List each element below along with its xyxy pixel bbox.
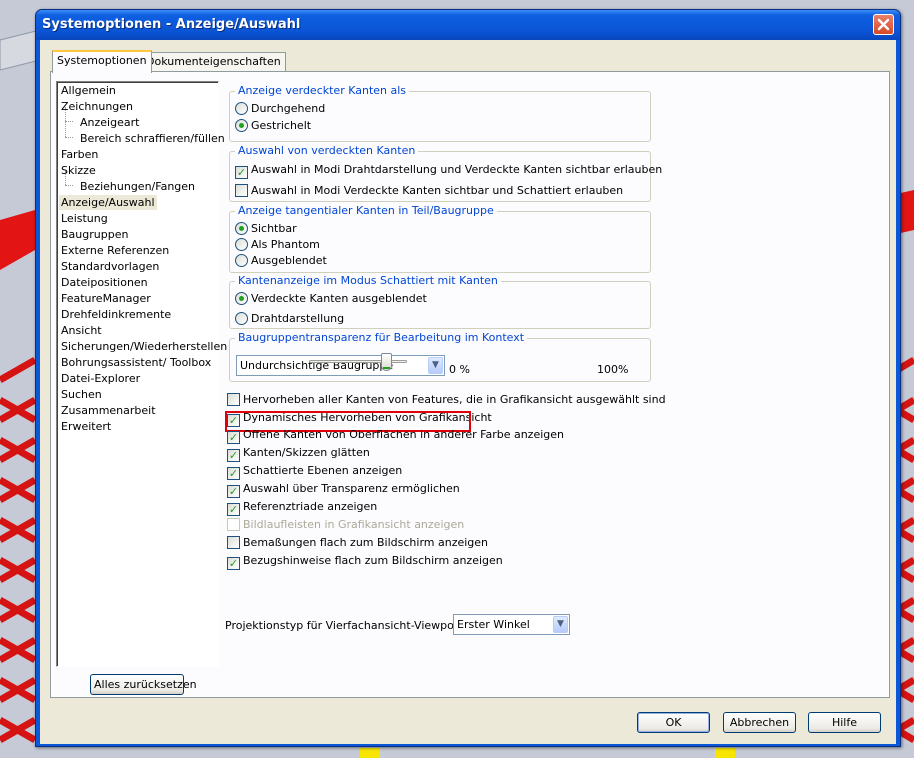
tree-connector [65, 185, 73, 186]
tree-item-bereich-schraffieren[interactable]: Bereich schraffieren/füllen [80, 131, 225, 146]
checkbox-empty [227, 393, 240, 406]
checkmark-icon: ✓ [227, 503, 240, 516]
checkbox-select-through-transparency[interactable]: ✓ Auswahl über Transparenz ermöglichen [227, 482, 460, 498]
group-title: Anzeige tangentialer Kanten in Teil/Baug… [235, 204, 497, 217]
tree-item-baugruppen[interactable]: Baugruppen [61, 227, 128, 242]
dialog-title: Systemoptionen - Anzeige/Auswahl [42, 17, 301, 32]
tree-item-skizze[interactable]: Skizze [61, 163, 96, 178]
checkbox-shaded-planes[interactable]: ✓ Schattierte Ebenen anzeigen [227, 464, 402, 480]
tree-item-anzeigeart[interactable]: Anzeigeart [80, 115, 139, 130]
close-button[interactable] [873, 14, 894, 35]
tree-item-erweitert[interactable]: Erweitert [61, 419, 111, 434]
close-icon [877, 18, 890, 31]
group-tangent-edges: Anzeige tangentialer Kanten in Teil/Baug… [229, 204, 651, 273]
checkbox-empty [227, 518, 240, 531]
checkmark-icon: ✓ [227, 467, 240, 480]
checkbox-smooth-edges[interactable]: ✓ Kanten/Skizzen glätten [227, 446, 370, 462]
checkmark-icon: ✓ [227, 557, 240, 570]
checkmark-icon: ✓ [227, 449, 240, 462]
tab-systemoptionen[interactable]: Systemoptionen [52, 50, 152, 73]
options-tree[interactable]: Allgemein Zeichnungen Anzeigeart Bereich… [56, 81, 227, 667]
tree-connector [65, 121, 73, 122]
radio-drahtdarstellung[interactable]: Drahtdarstellung [235, 312, 344, 327]
chevron-down-icon[interactable]: ▼ [553, 616, 568, 633]
chevron-down-icon[interactable]: ▼ [428, 357, 443, 374]
checkbox-dimensions-flat[interactable]: Bemaßungen flach zum Bildschirm anzeigen [227, 536, 488, 551]
group-shaded-edges: Kantenanzeige im Modus Schattiert mit Ka… [229, 274, 651, 329]
tree-item-ansicht[interactable]: Ansicht [61, 323, 102, 338]
group-title: Anzeige verdeckter Kanten als [235, 84, 410, 97]
transparency-slider-track[interactable] [309, 360, 407, 363]
tree-item-leistung[interactable]: Leistung [61, 211, 108, 226]
slider-max-label: 100% [597, 363, 629, 376]
radio-durchgehend[interactable]: Durchgehend [235, 102, 325, 117]
transparency-slider-thumb[interactable] [381, 353, 392, 371]
tree-item-farben[interactable]: Farben [61, 147, 98, 162]
transparency-combo[interactable]: Undurchsichtige Baugruppe ▼ [236, 355, 445, 376]
group-title: Auswahl von verdeckten Kanten [235, 144, 419, 157]
tree-item-standardvorlagen[interactable]: Standardvorlagen [61, 259, 159, 274]
checkbox-reference-triad[interactable]: ✓ Referenztriade anzeigen [227, 500, 377, 516]
tree-item-beziehungen-fangen[interactable]: Beziehungen/Fangen [80, 179, 195, 194]
tree-item-dateipositionen[interactable]: Dateipositionen [61, 275, 148, 290]
checkbox-empty [227, 536, 240, 549]
projection-label: Projektionstyp für Vierfachansicht-Viewp… [225, 619, 467, 632]
checkbox-select-wireframe[interactable]: ✓ Auswahl in Modi Drahtdarstellung und Ve… [235, 163, 662, 179]
checkmark-icon: ✓ [227, 431, 240, 444]
group-title: Baugruppentransparenz für Bearbeitung im… [235, 331, 528, 344]
system-options-dialog: Systemoptionen - Anzeige/Auswahl Systemo… [35, 9, 901, 747]
radio-indicator [235, 254, 248, 267]
slider-min-label: 0 % [449, 363, 470, 376]
checkbox-notes-flat[interactable]: ✓ Bezugshinweise flach zum Bildschirm anz… [227, 554, 503, 570]
tree-item-anzeige-auswahl[interactable]: Anzeige/Auswahl [59, 195, 157, 210]
radio-indicator [235, 312, 248, 325]
projection-combo[interactable]: Erster Winkel ▼ [453, 614, 570, 635]
ok-button[interactable]: OK [637, 712, 710, 733]
tree-item-datei-explorer[interactable]: Datei-Explorer [61, 371, 140, 386]
checkbox-highlight-all-edges[interactable]: Hervorheben aller Kanten von Features, d… [227, 393, 666, 408]
cancel-button[interactable]: Abbrechen [723, 712, 796, 733]
checkbox-open-edges-color[interactable]: ✓ Offene Kanten von Oberflächen in andere… [227, 428, 564, 444]
radio-indicator [235, 292, 248, 305]
group-select-hidden-edges: Auswahl von verdeckten Kanten ✓ Auswahl i… [229, 144, 662, 202]
radio-indicator [235, 222, 248, 235]
group-hidden-edges: Anzeige verdeckter Kanten als Durchgehen… [229, 84, 651, 142]
tree-item-bohrungsassistent[interactable]: Bohrungsassistent/ Toolbox [61, 355, 211, 370]
checkbox-select-shaded[interactable]: Auswahl in Modi Verdeckte Kanten sichtba… [235, 184, 623, 199]
reset-all-button[interactable]: Alles zurücksetzen [90, 674, 197, 695]
checkmark-icon: ✓ [227, 485, 240, 498]
tab-dokumenteigenschaften[interactable]: Dokumenteigenschaften [141, 52, 286, 72]
radio-ausgeblendet[interactable]: Ausgeblendet [235, 254, 327, 269]
tree-item-zusammenarbeit[interactable]: Zusammenarbeit [61, 403, 156, 418]
tree-connector [65, 137, 73, 138]
radio-indicator [235, 102, 248, 115]
checkbox-empty [235, 184, 248, 197]
checkmark-icon: ✓ [235, 166, 248, 179]
tree-item-zeichnungen[interactable]: Zeichnungen [61, 99, 133, 114]
radio-indicator [235, 238, 248, 251]
tree-item-sicherungen[interactable]: Sicherungen/Wiederherstellen [61, 339, 227, 354]
tree-item-featuremanager[interactable]: FeatureManager [61, 291, 151, 306]
tree-item-externe-referenzen[interactable]: Externe Referenzen [61, 243, 169, 258]
tree-item-suchen[interactable]: Suchen [61, 387, 102, 402]
tree-item-drehfeldinkremente[interactable]: Drehfeldinkremente [61, 307, 171, 322]
radio-indicator [235, 119, 248, 132]
dialog-titlebar[interactable]: Systemoptionen - Anzeige/Auswahl [36, 10, 900, 40]
dialog-client-area: Systemoptionen Dokumenteigenschaften All… [40, 40, 896, 744]
radio-als-phantom[interactable]: Als Phantom [235, 238, 320, 253]
help-button[interactable]: Hilfe [808, 712, 881, 733]
radio-gestrichelt[interactable]: Gestrichelt [235, 119, 311, 134]
tab-panel: Allgemein Zeichnungen Anzeigeart Bereich… [50, 71, 890, 698]
radio-sichtbar[interactable]: Sichtbar [235, 222, 297, 237]
projection-combo-value: Erster Winkel [457, 618, 530, 631]
checkbox-scrollbars-graphics: Bildlaufleisten in Grafikansicht anzeige… [227, 518, 464, 533]
radio-verdeckte-kanten-ausgeblendet[interactable]: Verdeckte Kanten ausgeblendet [235, 292, 427, 307]
group-title: Kantenanzeige im Modus Schattiert mit Ka… [235, 274, 501, 287]
tree-item-allgemein[interactable]: Allgemein [61, 83, 116, 98]
